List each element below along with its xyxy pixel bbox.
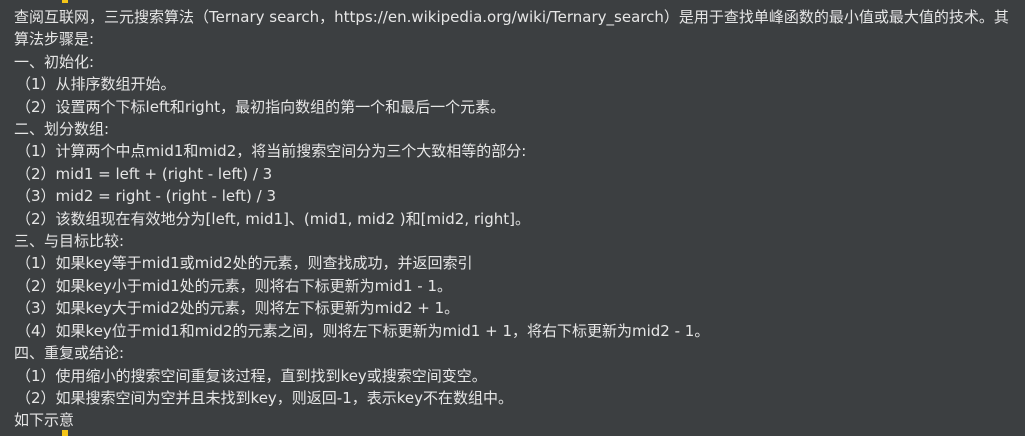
formula-line-mid1: （2）mid1 = left + (right - left) / 3 (16, 164, 273, 183)
step-line: （2）如果key小于mid1处的元素，则将右下标更新为mid1 - 1。 (16, 276, 452, 295)
closing-line: 如下示意 (14, 411, 75, 430)
section-heading-divide: 二、划分数组: (14, 120, 110, 139)
step-line: （3）如果key大于mid2处的元素，则将左下标更新为mid2 + 1。 (16, 299, 460, 318)
highlight-marker-bottom (62, 430, 68, 436)
step-line: （4）如果key位于mid1和mid2的元素之间，则将左下标更新为mid1 + … (16, 321, 710, 340)
step-line: （1）使用缩小的搜索空间重复该过程，直到找到key或搜索空间变空。 (16, 366, 487, 385)
intro-paragraph: 查阅互联网，三元搜索算法（Ternary search，https://en.w… (14, 8, 1009, 49)
section-heading-init: 一、初始化: (14, 52, 95, 71)
step-line: （2）该数组现在有效地分为[left, mid1]、(mid1, mid2 )和… (16, 209, 530, 228)
step-line: （2）设置两个下标left和right，最初指向数组的第一个和最后一个元素。 (16, 97, 506, 116)
section-heading-repeat: 四、重复或结论: (14, 344, 125, 363)
step-line: （2）如果搜索空间为空并且未找到key，则返回-1，表示key不在数组中。 (16, 388, 514, 407)
section-heading-compare: 三、与目标比较: (14, 232, 125, 251)
step-line: （1）从排序数组开始。 (16, 75, 176, 94)
formula-line-mid2: （3）mid2 = right - (right - left) / 3 (16, 187, 277, 206)
step-line: （1）计算两个中点mid1和mid2，将当前搜索空间分为三个大致相等的部分: (16, 142, 527, 161)
document-body: 查阅互联网，三元搜索算法（Ternary search，https://en.w… (14, 6, 1016, 432)
highlight-marker-top (62, 0, 68, 3)
step-line: （1）如果key等于mid1或mid2处的元素，则查找成功，并返回索引 (16, 254, 473, 273)
